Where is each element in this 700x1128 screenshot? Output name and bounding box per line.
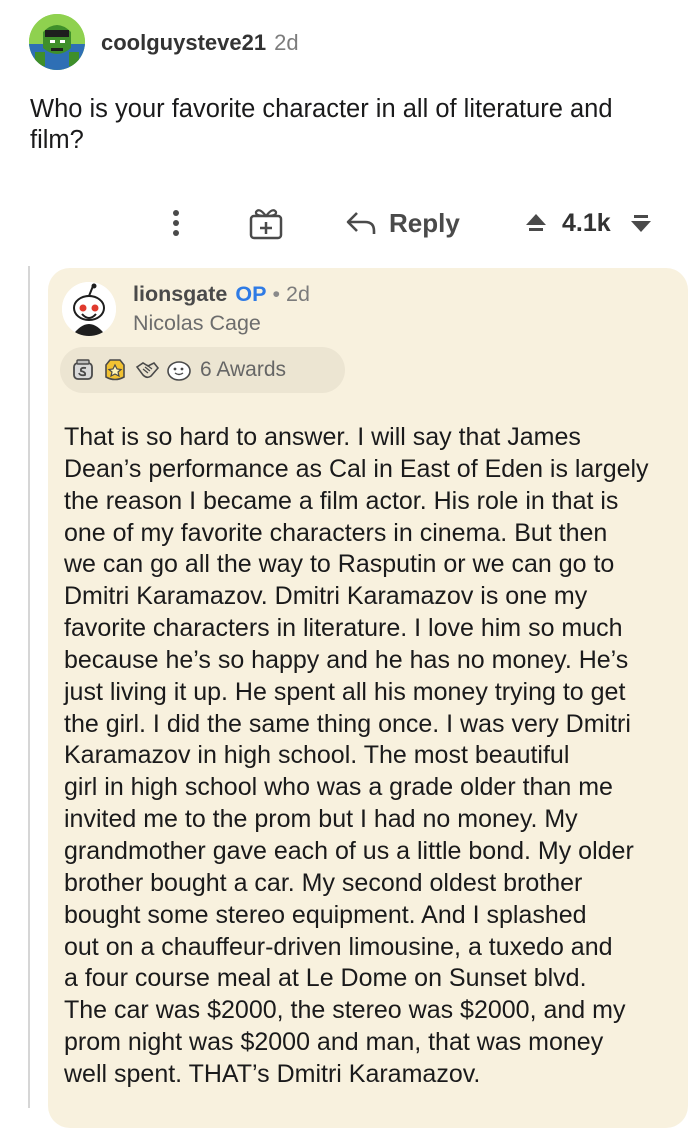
body-line: the girl. I did the same thing once. I w… <box>64 709 631 738</box>
body-line: prom night was $2000 and man, that was m… <box>64 1028 604 1057</box>
timestamp: 2d <box>274 30 299 55</box>
body-line: brother bought a car. My second oldest b… <box>64 868 583 897</box>
upvote-icon[interactable] <box>524 212 548 234</box>
more-options-button[interactable] <box>166 206 186 240</box>
body-line: out on a chauffeur-driven limousine, a t… <box>64 932 613 961</box>
body-line: Karamazov in high school. The most beaut… <box>64 741 570 770</box>
snoo-avatar-icon <box>62 282 116 336</box>
reply-timestamp: 2d <box>286 281 310 306</box>
body-line: invited me to the prom but I had no mone… <box>64 805 578 834</box>
reply-body: That is so hard to answer. I will say th… <box>64 422 694 1091</box>
body-line: grandmother gave each of us a little bon… <box>64 836 634 865</box>
reply-meta: lionsgate OP • 2d Nicolas Cage <box>133 280 310 336</box>
comment-action-bar: Reply 4.1k <box>0 200 700 246</box>
reply-button[interactable]: Reply <box>345 204 460 242</box>
body-line: one of my favorite characters in cinema.… <box>64 518 608 547</box>
reply-username[interactable]: lionsgate <box>133 282 227 307</box>
vote-controls: 4.1k <box>524 204 653 242</box>
user-flair: Nicolas Cage <box>133 311 261 335</box>
awards-pill[interactable]: 6 Awards <box>60 347 345 393</box>
avatar[interactable] <box>62 282 116 336</box>
separator: • <box>272 281 280 306</box>
body-line: favorite characters in literature. I lov… <box>64 614 623 643</box>
body-line: because he’s so happy and he has no mone… <box>64 645 629 674</box>
give-award-button[interactable] <box>247 206 285 240</box>
body-line: the reason I became a film actor. His ro… <box>64 486 619 515</box>
handshake-award-icon <box>135 361 160 379</box>
op-badge: OP <box>235 281 267 306</box>
downvote-icon[interactable] <box>629 212 653 234</box>
body-line: girl in high school who was a grade olde… <box>64 773 613 802</box>
reply-label: Reply <box>389 207 460 238</box>
wholesome-award-icon <box>167 361 191 381</box>
more-dot <box>173 220 179 226</box>
body-line: a four course meal at Le Dome on Sunset … <box>64 964 587 993</box>
reply-arrow-icon <box>346 212 376 234</box>
body-line: Dmitri Karamazov. Dmitri Karamazov is on… <box>64 582 588 611</box>
body-line: Dean’s performance as Cal in East of Ede… <box>64 454 649 483</box>
body-line: bought some stereo equipment. And I spla… <box>64 900 587 929</box>
more-dot <box>173 230 179 236</box>
avatar[interactable] <box>29 14 85 70</box>
awards-count: 6 Awards <box>200 358 286 381</box>
body-line: just living it up. He spent all his mone… <box>64 677 626 706</box>
comment-header: coolguysteve21 2d <box>29 14 299 70</box>
body-line: The car was $2000, the stereo was $2000,… <box>64 996 626 1025</box>
thread-line[interactable] <box>28 266 30 1108</box>
gold-award-icon <box>105 359 125 381</box>
body-line: well spent. THAT’s Dmitri Karamazov. <box>64 1059 481 1088</box>
body-line: we can go all the way to Rasputin or we … <box>64 550 615 579</box>
silver-award-icon <box>73 359 93 380</box>
comment-body: Who is your favorite character in all of… <box>30 95 613 154</box>
username[interactable]: coolguysteve21 <box>101 30 266 56</box>
gift-icon <box>249 209 283 240</box>
body-line: That is so hard to answer. I will say th… <box>64 423 581 451</box>
vote-count: 4.1k <box>562 208 611 237</box>
more-dots-icon <box>173 210 179 216</box>
hulk-avatar-icon <box>29 14 85 70</box>
reply-header: lionsgate OP • 2d <box>133 280 310 308</box>
